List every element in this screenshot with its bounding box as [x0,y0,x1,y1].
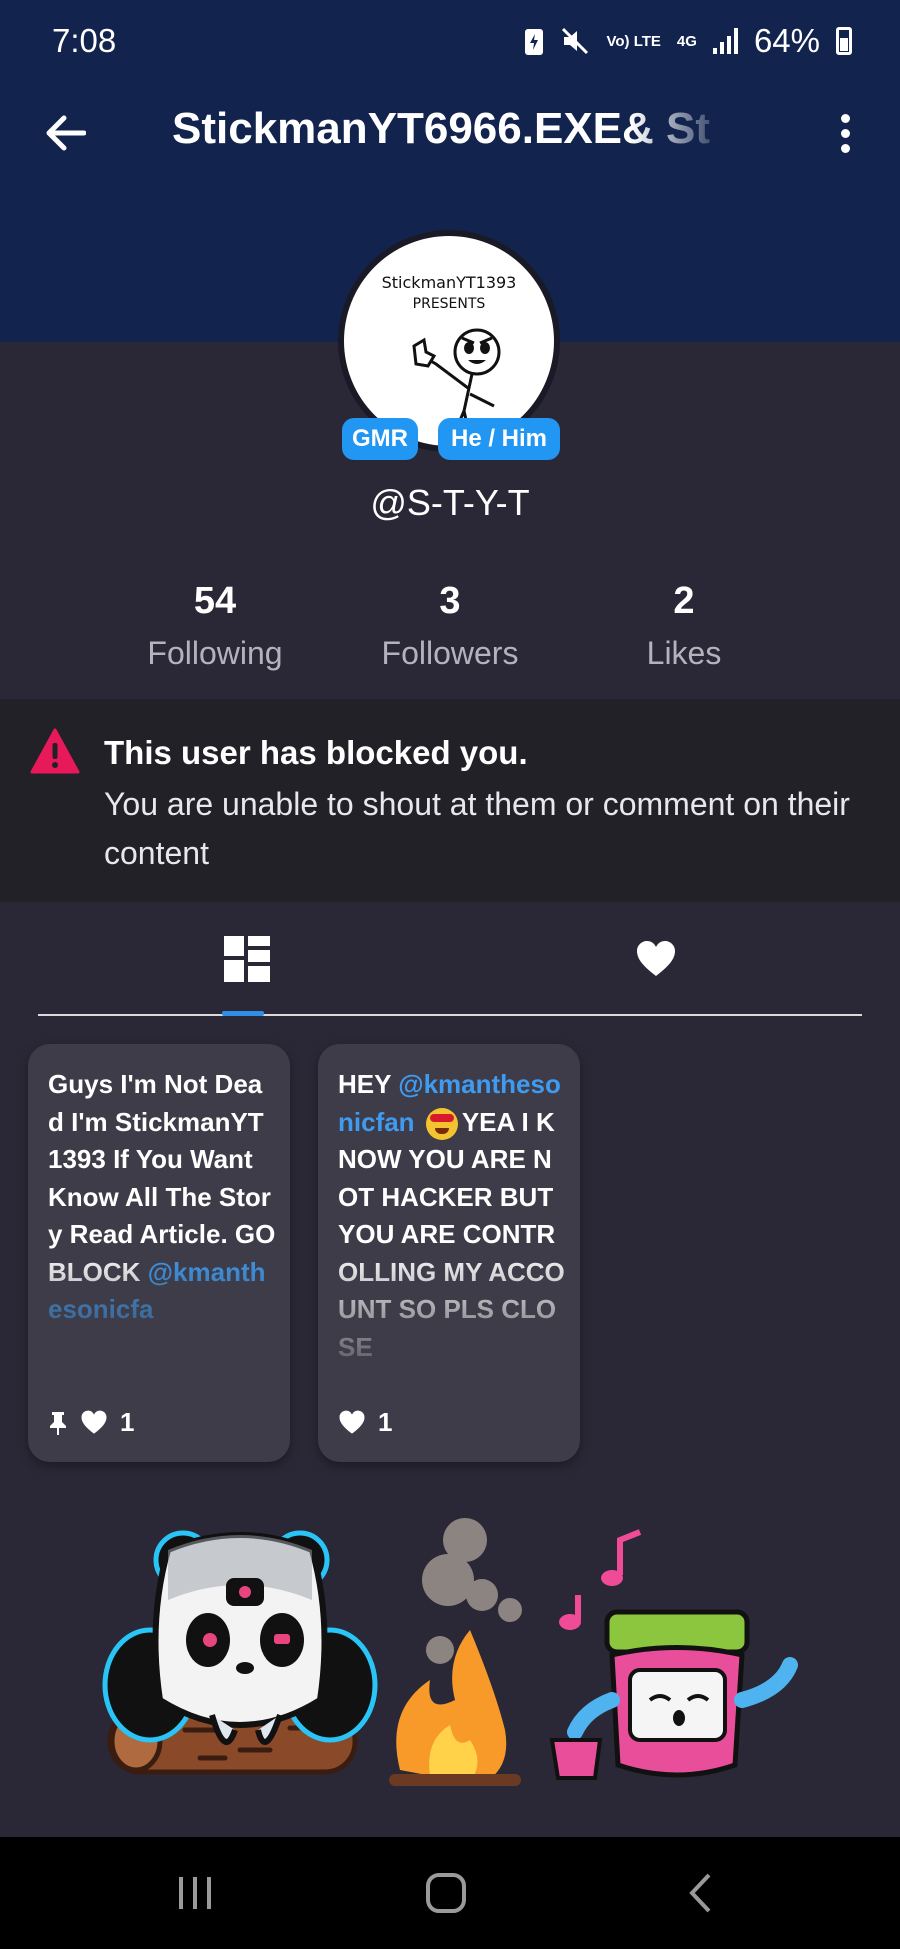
post-meta: 1 [48,1407,134,1438]
more-vertical-icon-dot [840,128,850,138]
back-button[interactable] [38,106,92,160]
home-icon [426,1873,466,1913]
network-gen-label: 4G [676,32,697,50]
status-time: 7:08 [52,22,117,59]
mute-icon [562,27,589,55]
grid-icon [224,936,270,982]
battery-percent: 64% [753,22,820,59]
post-meta: 1 [338,1407,392,1438]
stickman-avatar-image: StickmanYT1393 PRESENTS [382,273,517,446]
stat-value: 54 [193,580,237,622]
recent-apps-icon [179,1877,211,1909]
more-vertical-icon-dot [840,143,850,153]
back-nav-button[interactable] [670,1867,730,1919]
warning-icon [30,728,80,774]
recent-apps-button[interactable] [165,1867,225,1919]
stat-followers[interactable]: 3 Followers [340,580,560,672]
home-button[interactable] [416,1867,476,1919]
network-type-label: Vo) LTE [606,32,661,50]
status-bar: 7:08 Vo) LTE 4G 64% [0,0,900,90]
profile-tabs [38,910,862,1016]
user-handle: @S-T-Y-T [370,482,530,523]
post-body: Guys I'm Not Dead I'm StickmanYT1393 If … [48,1069,276,1287]
tab-posts[interactable] [222,934,272,984]
stat-label: Likes [646,635,722,671]
blocked-notice-body: You are unable to shout at them or comme… [104,786,850,871]
chevron-left-icon [689,1873,711,1913]
battery-saver-icon [525,29,544,55]
emoji-icon [425,1107,458,1140]
page-title: StickmanYT6966.EXE& St [172,104,711,153]
heart-icon [81,1410,107,1434]
stat-label: Following [147,635,283,671]
post-text: Guys I'm Not Dead I'm StickmanYT1393 If … [48,1066,276,1396]
signal-icon [712,28,738,54]
tab-selected-indicator [222,1011,264,1016]
heart-icon [339,1410,365,1434]
system-nav-bar [0,1837,900,1949]
stat-value: 2 [673,580,695,622]
pin-icon [50,1411,66,1435]
post-text: HEY @kmanthesonicfan YEA I KNOW YOU ARE … [338,1066,566,1396]
stat-label: Followers [381,635,519,671]
stat-likes[interactable]: 2 Likes [574,580,794,672]
post-body-start: HEY [338,1069,391,1099]
top-app-bar: StickmanYT6966.EXE& St [0,90,900,176]
heart-icon [637,941,675,976]
battery-icon [836,27,852,55]
arrow-left-icon [46,115,86,151]
empty-state-illustration [102,1518,798,1786]
more-vertical-icon-dot [840,113,850,123]
avatar-caption-line2: PRESENTS [413,296,486,312]
avatar-caption-line1: StickmanYT1393 [382,273,517,292]
pronoun-badge: He / Him [438,418,560,460]
stat-following[interactable]: 54 Following [105,580,325,672]
tab-likes[interactable] [631,934,681,984]
post-card[interactable]: HEY @kmanthesonicfan YEA I KNOW YOU ARE … [318,1044,580,1462]
blocked-notice-title: This user has blocked you. [104,734,528,771]
status-icons: Vo) LTE 4G 64% [524,22,852,60]
stat-value: 3 [439,580,461,622]
more-options-button[interactable] [818,106,872,160]
post-body-end: YEA I KNOW YOU ARE NOT HACKER BUT YOU AR… [338,1106,565,1362]
post-like-count: 1 [378,1407,393,1437]
role-badge: GMR [342,418,418,460]
post-like-count: 1 [120,1407,135,1437]
post-card[interactable]: Guys I'm Not Dead I'm StickmanYT1393 If … [28,1044,290,1462]
